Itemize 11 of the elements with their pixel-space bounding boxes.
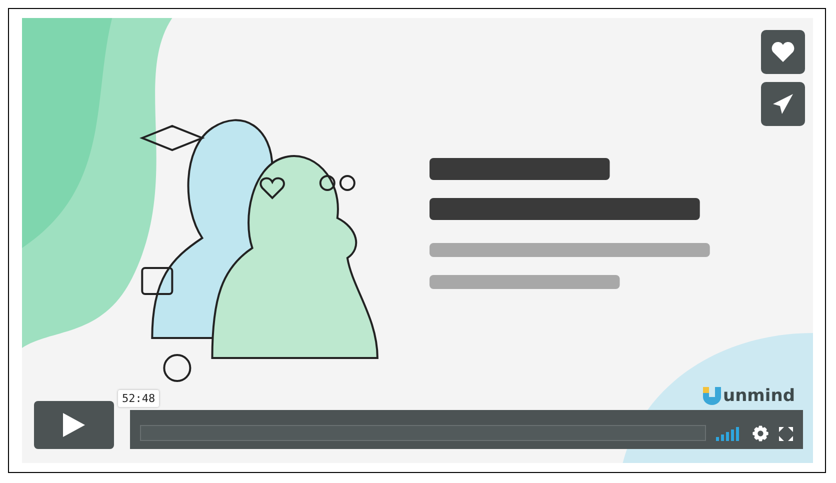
time-tooltip: 52:48: [118, 390, 160, 407]
like-button[interactable]: [761, 30, 805, 74]
brand-logo: unmind: [702, 386, 795, 406]
heart-icon: [771, 41, 795, 63]
play-button[interactable]: [34, 401, 114, 449]
fullscreen-icon[interactable]: [779, 426, 793, 440]
share-button[interactable]: [761, 82, 805, 126]
paper-plane-icon: [771, 92, 795, 116]
volume-icon[interactable]: [716, 426, 742, 440]
settings-icon[interactable]: [752, 425, 769, 442]
play-icon: [63, 413, 85, 437]
